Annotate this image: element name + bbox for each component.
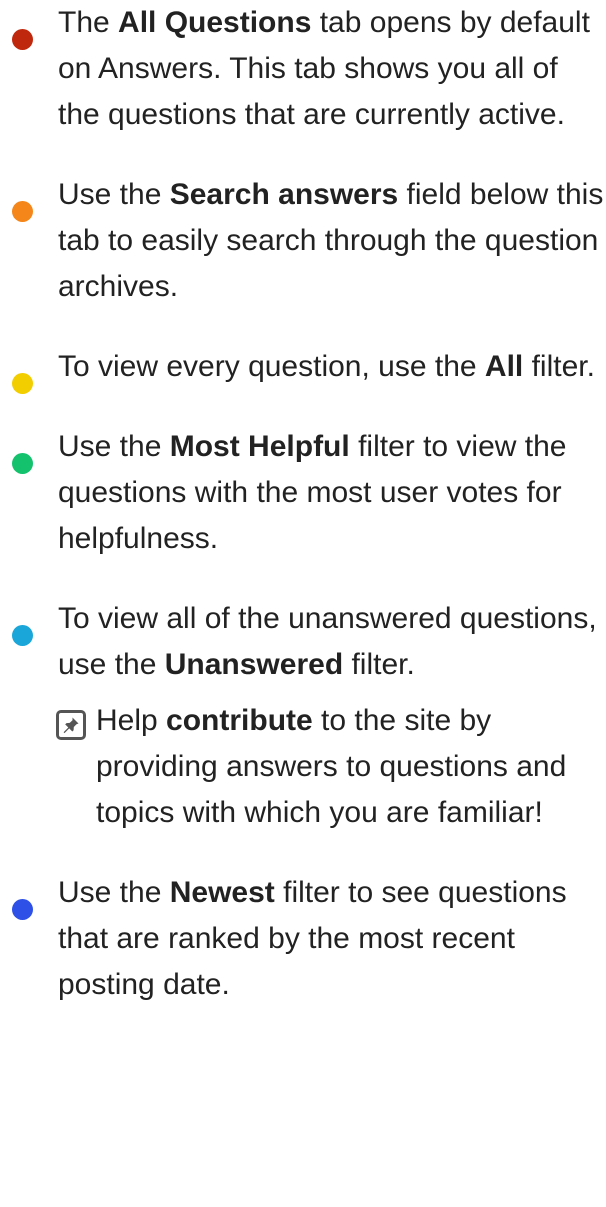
bullet-icon xyxy=(12,29,33,50)
tip-note-text: Help contribute to the site by providing… xyxy=(96,704,567,829)
list-item: To view all of the unanswered questions,… xyxy=(0,596,606,688)
bullet-icon xyxy=(12,453,33,474)
list-item-text: To view every question, use the All filt… xyxy=(58,350,595,383)
list-item-text: To view all of the unanswered questions,… xyxy=(58,602,597,681)
list-item: The All Questions tab opens by default o… xyxy=(0,0,606,138)
bullet-icon xyxy=(12,899,33,920)
tip-note: Help contribute to the site by providing… xyxy=(0,698,606,836)
list-item-text: The All Questions tab opens by default o… xyxy=(58,6,590,131)
list-item: Use the Newest filter to see questions t… xyxy=(0,870,606,1008)
instruction-list: The All Questions tab opens by default o… xyxy=(0,0,606,1042)
list-item-text: Use the Newest filter to see questions t… xyxy=(58,876,567,1001)
list-item: To view every question, use the All filt… xyxy=(0,344,606,394)
pin-icon-glyph xyxy=(63,717,79,734)
list-item-text: Use the Most Helpful filter to view the … xyxy=(58,430,567,555)
list-item: Use the Search answers field below this … xyxy=(0,172,606,310)
list-item-text: Use the Search answers field below this … xyxy=(58,178,604,303)
pin-icon xyxy=(56,710,86,740)
bullet-icon xyxy=(12,201,33,222)
bullet-icon xyxy=(12,625,33,646)
bullet-icon xyxy=(12,373,33,394)
list-item: Use the Most Helpful filter to view the … xyxy=(0,424,606,562)
